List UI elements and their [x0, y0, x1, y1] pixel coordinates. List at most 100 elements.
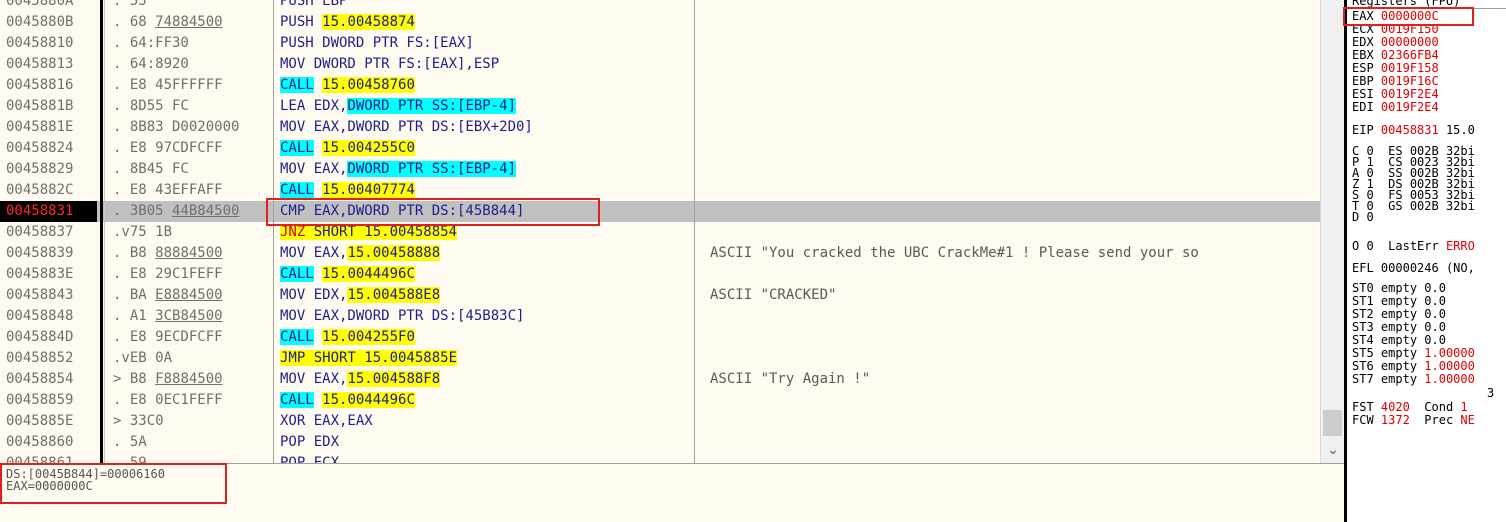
instruction-token: LEA EDX,	[280, 98, 348, 114]
current-address[interactable]: 00458831	[0, 201, 97, 222]
instruction-cell[interactable]: CALL 15.0044496C	[280, 264, 415, 285]
fpu-name: ST4	[1352, 333, 1374, 347]
fpu-name: ST2	[1352, 307, 1374, 321]
instruction-cell[interactable]: PUSH DWORD PTR FS:[EAX]	[280, 33, 474, 54]
disasm-row[interactable]: 0045884D . E8 9ECDFCFF CALL 15.004255F0	[0, 327, 1320, 348]
hex-operand: 88884500	[155, 245, 223, 261]
instruction-cell[interactable]: MOV EDX,15.004588E8	[280, 285, 441, 306]
disasm-row[interactable]: 00458813 . 64:8920 MOV DWORD PTR FS:[EAX],…	[0, 54, 1320, 75]
scroll-down-arrow-icon[interactable]: ⌄	[1321, 440, 1345, 460]
instruction-token: MOV EAX,	[280, 371, 348, 387]
address-cell[interactable]: 0045880B	[6, 12, 73, 33]
hex-dump-cell: . 59	[113, 453, 147, 463]
disasm-row-selected[interactable]: 00458831. 3B05 44B84500 CMP EAX,DWORD PTR…	[0, 201, 1320, 222]
hex-bytes: . 68	[113, 14, 156, 30]
instruction-cell[interactable]: CALL 15.0044496C	[280, 390, 415, 411]
address-cell[interactable]: 00458859	[6, 390, 73, 411]
register-edi[interactable]: EDI 0019F2E4	[1352, 101, 1439, 114]
instruction-cell[interactable]: JMP SHORT 15.0045885E	[280, 348, 458, 369]
address-cell[interactable]: 0045881E	[6, 117, 73, 138]
eflags[interactable]: EFL 00000246 (NO,	[1352, 262, 1475, 275]
address-cell[interactable]: 00458852	[6, 348, 73, 369]
hex-dump-cell: . E8 45FFFFFF	[113, 75, 223, 96]
instruction-cell[interactable]: PUSH 15.00458874	[280, 12, 415, 33]
instruction-cell[interactable]: CALL 15.004255F0	[280, 327, 415, 348]
fcw-value: 1372	[1380, 413, 1410, 427]
fpu-name: ST0	[1352, 281, 1374, 295]
disassembly-scrollbar[interactable]: ⌄	[1320, 0, 1345, 463]
register-text	[1374, 333, 1381, 347]
fpu-value: 1.00000	[1424, 359, 1475, 373]
scroll-thumb[interactable]	[1323, 410, 1342, 436]
disasm-row[interactable]: 0045880B . 68 74884500 PUSH 15.00458874	[0, 12, 1320, 33]
disasm-row[interactable]: 00458859 . E8 0EC1FEFF CALL 15.0044496C	[0, 390, 1320, 411]
disasm-row[interactable]: 0045885E > 33C0 XOR EAX,EAX	[0, 411, 1320, 432]
instruction-cell[interactable]: POP ECX	[280, 453, 339, 463]
address-cell[interactable]: 00458837	[6, 222, 73, 243]
disasm-row[interactable]: 00458852 .vEB 0A JMP SHORT 15.0045885E	[0, 348, 1320, 369]
last-error[interactable]: O 0 LastErr ERRO	[1352, 240, 1475, 253]
disasm-row[interactable]: 0045881B . 8D55 FC LEA EDX,DWORD PTR SS:[E…	[0, 96, 1320, 117]
register-eip[interactable]: EIP 00458831 15.0	[1352, 124, 1475, 137]
hex-bytes: . E8 45FFFFFF	[113, 77, 223, 93]
instruction-cell[interactable]: MOV EAX,DWORD PTR SS:[EBP-4]	[280, 159, 517, 180]
address-cell[interactable]: 0045885E	[6, 411, 73, 432]
instruction-cell[interactable]: MOV EAX,DWORD PTR DS:[EBX+2D0]	[280, 117, 533, 138]
hex-bytes: > 33C0	[113, 413, 164, 429]
disasm-row[interactable]: 00458843 . BA E8884500 MOV EDX,15.004588E8…	[0, 285, 1320, 306]
disasm-row[interactable]: 00458810 . 64:FF30 PUSH DWORD PTR FS:[EAX]	[0, 33, 1320, 54]
instruction-cell[interactable]: MOV EAX,DWORD PTR DS:[45B83C]	[280, 306, 524, 327]
instruction-cell[interactable]: CALL 15.004255C0	[280, 138, 415, 159]
disasm-row[interactable]: 00458860 . 5A POP EDX	[0, 432, 1320, 453]
address-cell[interactable]: 00458860	[6, 432, 73, 453]
flag-row[interactable]: D 0	[1352, 211, 1388, 224]
disasm-row[interactable]: 0045882C . E8 43EFFAFF CALL 15.00407774	[0, 180, 1320, 201]
address-cell[interactable]: 00458816	[6, 75, 73, 96]
address-cell[interactable]: 0045883E	[6, 264, 73, 285]
fpu-register[interactable]: ST7 empty 1.00000	[1352, 373, 1475, 386]
address-cell[interactable]: 00458843	[6, 285, 73, 306]
fpu-value: 0.0	[1424, 281, 1446, 295]
address-cell[interactable]: 00458861	[6, 453, 73, 463]
prec-label: Prec	[1424, 413, 1454, 427]
disasm-row[interactable]: 00458816 . E8 45FFFFFF CALL 15.00458760	[0, 75, 1320, 96]
address-cell[interactable]: 00458810	[6, 33, 73, 54]
address-cell[interactable]: 00458848	[6, 306, 73, 327]
disasm-row[interactable]: 0045881E . 8B83 D0020000 MOV EAX,DWORD PTR…	[0, 117, 1320, 138]
instruction-token: JNZ	[280, 224, 306, 240]
disasm-row[interactable]: 00458848 . A1 3CB84500 MOV EAX,DWORD PTR D…	[0, 306, 1320, 327]
instruction-cell[interactable]: MOV EAX,15.004588F8	[280, 369, 441, 390]
address-cell[interactable]: 00458824	[6, 138, 73, 159]
disassembly-pane[interactable]: 0045880A . 55 PUSH EBP 0045880B . 68 7488450…	[0, 0, 1320, 463]
address-cell[interactable]: 0045882C	[6, 180, 73, 201]
address-cell[interactable]: 00458839	[6, 243, 73, 264]
disasm-row[interactable]: 00458861 . 59 POP ECX	[0, 453, 1320, 463]
disasm-row[interactable]: 0045880A . 55 PUSH EBP	[0, 0, 1320, 12]
instruction-cell[interactable]: CALL 15.00458760	[280, 75, 415, 96]
instruction-cell[interactable]: XOR EAX,EAX	[280, 411, 373, 432]
instruction-cell[interactable]: LEA EDX,DWORD PTR SS:[EBP-4]	[280, 96, 517, 117]
instruction-cell[interactable]: PUSH EBP	[280, 0, 347, 12]
address-cell[interactable]: 00458854	[6, 369, 73, 390]
address-cell[interactable]: 00458813	[6, 54, 73, 75]
address-cell[interactable]: 0045881B	[6, 96, 73, 117]
address-cell[interactable]: 00458829	[6, 159, 73, 180]
instruction-cell[interactable]: MOV EAX,15.00458888	[280, 243, 441, 264]
disasm-row[interactable]: 00458824 . E8 97CDFCFF CALL 15.004255C0	[0, 138, 1320, 159]
instruction-cell[interactable]: MOV DWORD PTR FS:[EAX],ESP	[280, 54, 499, 75]
disasm-row[interactable]: 00458829 . 8B45 FC MOV EAX,DWORD PTR SS:[E…	[0, 159, 1320, 180]
disasm-row[interactable]: 00458837 .v75 1B JNZ SHORT 15.00458854	[0, 222, 1320, 243]
disasm-row[interactable]: 0045883E . E8 29C1FEFF CALL 15.0044496C	[0, 264, 1320, 285]
instruction-cell[interactable]: POP EDX	[280, 432, 339, 453]
hex-dump-cell: . 68 74884500	[113, 12, 223, 33]
disasm-row[interactable]: 00458854 > B8 F8884500 MOV EAX,15.004588F8…	[0, 369, 1320, 390]
register-text	[1374, 239, 1388, 253]
registers-pane[interactable]: Registers (FPU) EAX 0000000C ECX 0019F150…	[1347, 0, 1506, 522]
disasm-row[interactable]: 00458839 . B8 88884500 MOV EAX,15.00458888…	[0, 243, 1320, 264]
disassembly-column-divider	[694, 0, 695, 463]
address-cell[interactable]: 0045880A	[6, 0, 73, 12]
instruction-token: DWORD PTR SS:[EBP-4]	[347, 161, 517, 177]
hex-dump-cell: . BA E8884500	[113, 285, 223, 306]
fpu-control-word[interactable]: FCW 1372 Prec NE	[1352, 414, 1475, 427]
address-cell[interactable]: 0045884D	[6, 327, 73, 348]
